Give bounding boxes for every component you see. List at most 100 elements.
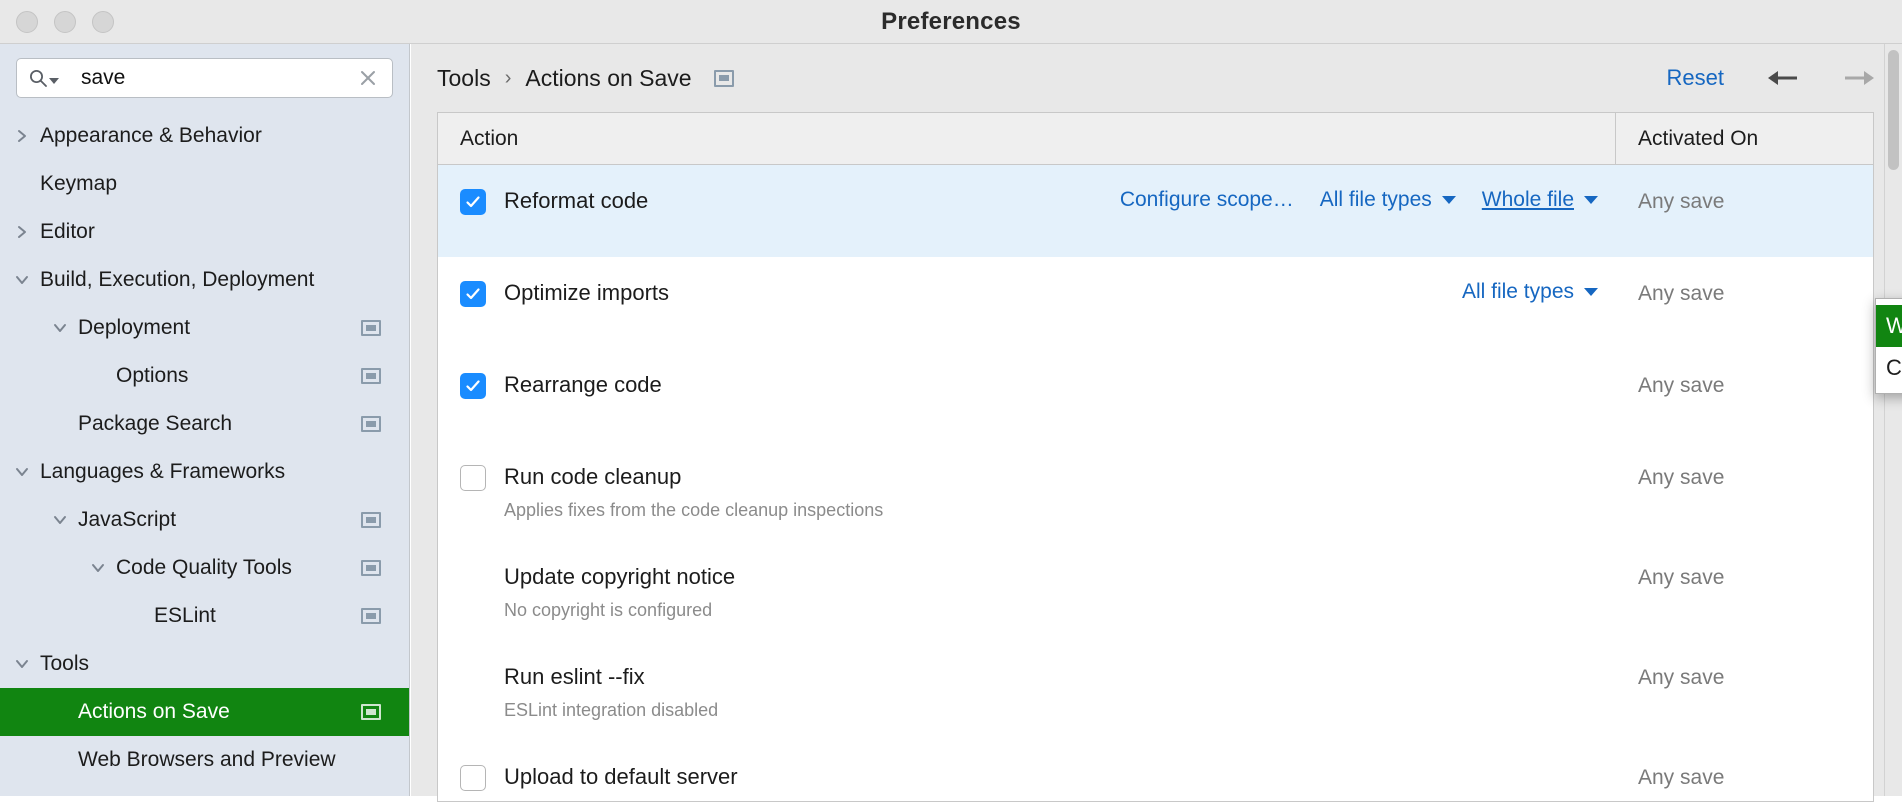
table-row[interactable]: Rearrange code Any save: [438, 349, 1873, 441]
sidebar-item-options[interactable]: Options: [0, 352, 409, 400]
row-activated-on: Any save: [1638, 566, 1725, 589]
row-checkbox-checked[interactable]: [460, 281, 486, 307]
row-link-control[interactable]: Configure scope…: [1120, 188, 1294, 212]
sidebar-item-label: Code Quality Tools: [116, 556, 292, 579]
module-settings-icon: [361, 368, 381, 384]
breadcrumb-parent[interactable]: Tools: [437, 65, 491, 92]
control-label: All file types: [1461, 280, 1574, 303]
scope-dropdown-menu[interactable]: Whole fileChanged lines: [1875, 298, 1902, 394]
row-action-cell: Rearrange code: [438, 371, 1616, 399]
scrollbar-thumb[interactable]: [1888, 50, 1899, 170]
sidebar-item-appearance-behavior[interactable]: Appearance & Behavior: [0, 112, 409, 160]
row-activated-on: Any save: [1638, 666, 1725, 689]
row-dropdown-control[interactable]: Whole file: [1482, 188, 1598, 212]
table-row[interactable]: Optimize imports All file types Any save: [438, 257, 1873, 349]
row-text-group: Run code cleanup Applies fixes from the c…: [504, 463, 883, 521]
row-checkbox-placeholder: [460, 665, 486, 691]
row-action-cell: Run eslint --fix ESLint integration disab…: [438, 663, 1616, 721]
row-dropdown-control[interactable]: All file types: [1320, 188, 1456, 212]
chevron-down-icon[interactable]: [1441, 196, 1456, 204]
row-checkbox-unchecked[interactable]: [460, 465, 486, 491]
table-row[interactable]: Upload to default server Any save: [438, 741, 1873, 801]
window-title: Preferences: [881, 7, 1021, 35]
search-icon[interactable]: [29, 69, 59, 87]
reset-button[interactable]: Reset: [1667, 65, 1724, 91]
row-text-group: Update copyright notice No copyright is c…: [504, 563, 735, 621]
row-subtitle: ESLint integration disabled: [504, 700, 719, 720]
sidebar-item-editor[interactable]: Editor: [0, 208, 409, 256]
row-text-group: Rearrange code: [504, 371, 662, 399]
table-row[interactable]: Run code cleanup Applies fixes from the c…: [438, 441, 1873, 541]
row-subtitle: No copyright is configured: [504, 600, 713, 620]
row-title: Run code cleanup: [504, 464, 682, 489]
column-header-action: Action: [438, 113, 1616, 164]
chevron-down-icon[interactable]: [52, 512, 68, 528]
chevron-right-icon[interactable]: [14, 128, 30, 144]
row-checkbox-checked[interactable]: [460, 189, 486, 215]
chevron-down-icon[interactable]: [14, 464, 30, 480]
chevron-right-icon[interactable]: [14, 224, 30, 240]
chevron-down-icon[interactable]: [1584, 288, 1598, 296]
settings-sidebar: Appearance & Behavior Keymap Editor Build, …: [0, 44, 410, 796]
chevron-down-icon[interactable]: [1584, 196, 1598, 204]
sidebar-item-package-search[interactable]: Package Search: [0, 400, 409, 448]
row-action-cell: Optimize imports All file types: [438, 279, 1616, 307]
row-title: Reformat code: [504, 188, 649, 213]
sidebar-item-build-execution-deployment[interactable]: Build, Execution, Deployment: [0, 256, 409, 304]
dropdown-item[interactable]: Changed lines: [1876, 347, 1902, 389]
search-container: [0, 44, 409, 108]
sidebar-item-label: Editor: [40, 220, 95, 243]
chevron-down-icon[interactable]: [52, 320, 68, 336]
sidebar-item-web-browsers-and-preview[interactable]: Web Browsers and Preview: [0, 736, 409, 784]
search-input[interactable]: [81, 66, 352, 90]
dropdown-item[interactable]: Whole file: [1876, 305, 1902, 347]
module-settings-icon: [713, 69, 734, 87]
row-subtitle: Applies fixes from the code cleanup insp…: [504, 500, 884, 520]
row-action-cell: Update copyright notice No copyright is c…: [438, 563, 1616, 621]
row-text-group: Reformat code: [504, 187, 648, 215]
row-title: Upload to default server: [504, 764, 738, 789]
table-row[interactable]: Update copyright notice No copyright is c…: [438, 541, 1873, 641]
table-row[interactable]: Run eslint --fix ESLint integration disab…: [438, 641, 1873, 741]
row-checkbox-checked[interactable]: [460, 373, 486, 399]
sidebar-item-label: Web Browsers and Preview: [78, 748, 336, 771]
sidebar-item-label: Actions on Save: [78, 700, 230, 723]
sidebar-item-label: Keymap: [40, 172, 118, 195]
sidebar-item-languages-frameworks[interactable]: Languages & Frameworks: [0, 448, 409, 496]
sidebar-item-tools[interactable]: Tools: [0, 640, 409, 688]
row-text-group: Optimize imports: [504, 279, 669, 307]
back-arrow-icon[interactable]: [1766, 66, 1800, 90]
search-scope-caret-icon[interactable]: [49, 78, 59, 84]
sidebar-item-code-quality-tools[interactable]: Code Quality Tools: [0, 544, 409, 592]
sidebar-item-eslint[interactable]: ESLint: [0, 592, 409, 640]
search-box[interactable]: [16, 58, 393, 98]
clear-search-icon[interactable]: [352, 61, 384, 95]
breadcrumb-current: Actions on Save: [525, 64, 692, 91]
control-label: All file types: [1319, 188, 1432, 211]
chevron-down-icon[interactable]: [14, 656, 30, 672]
sidebar-item-deployment[interactable]: Deployment: [0, 304, 409, 352]
header-actions: Reset: [1667, 44, 1876, 112]
table-row[interactable]: Reformat code Configure scope… All file ty…: [438, 165, 1873, 257]
window-scrollbar[interactable]: [1884, 44, 1902, 796]
row-checkbox-placeholder: [460, 565, 486, 591]
row-activated-on: Any save: [1638, 190, 1725, 213]
row-text-group: Upload to default server: [504, 763, 738, 791]
breadcrumb-bar: Tools › Actions on Save Reset: [411, 44, 1902, 112]
column-header-activated-on: Activated On: [1638, 126, 1759, 150]
sidebar-item-javascript[interactable]: JavaScript: [0, 496, 409, 544]
forward-arrow-icon[interactable]: [1842, 66, 1876, 90]
row-dropdown-control[interactable]: All file types: [1462, 280, 1598, 304]
control-label: Configure scope…: [1119, 188, 1294, 211]
chevron-down-icon[interactable]: [90, 560, 106, 576]
sidebar-item-keymap[interactable]: Keymap: [0, 160, 409, 208]
row-title: Rearrange code: [504, 372, 662, 397]
sidebar-item-label: Deployment: [78, 316, 191, 339]
sidebar-item-actions-on-save[interactable]: Actions on Save: [0, 688, 409, 736]
chevron-down-icon[interactable]: [14, 272, 30, 288]
row-text-group: Run eslint --fix ESLint integration disab…: [504, 663, 718, 721]
row-checkbox-unchecked[interactable]: [460, 765, 486, 791]
